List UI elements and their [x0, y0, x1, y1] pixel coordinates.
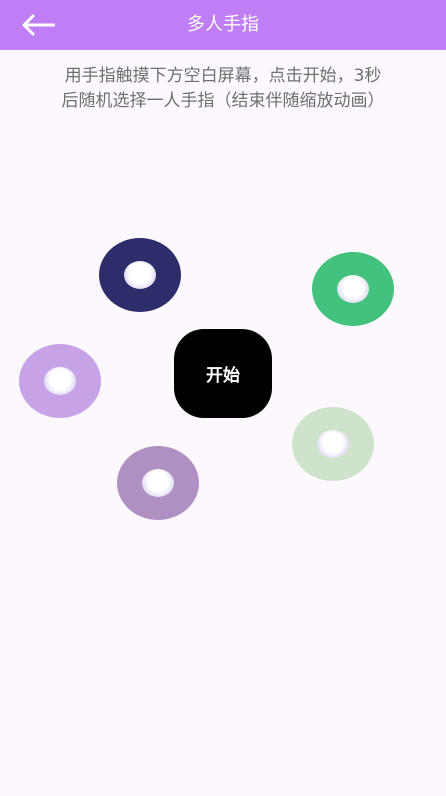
touch-area[interactable] [0, 120, 446, 796]
finger-core [337, 275, 369, 303]
finger-core [124, 261, 156, 289]
instruction-text: 用手指触摸下方空白屏幕，点击开始，3秒 后随机选择一人手指（结束伴随缩放动画） [22, 64, 424, 114]
instruction-line-1: 用手指触摸下方空白屏幕，点击开始，3秒 [64, 66, 382, 86]
finger-core [142, 469, 174, 497]
app-bar: 多人手指 [0, 0, 446, 50]
instruction-line-2: 后随机选择一人手指（结束伴随缩放动画） [61, 91, 385, 111]
finger-marker-pale-green [292, 407, 374, 481]
finger-marker-lavender [19, 344, 101, 418]
finger-marker-navy [99, 238, 181, 312]
finger-core [44, 367, 76, 395]
finger-marker-mauve [117, 446, 199, 520]
finger-marker-green [312, 252, 394, 326]
start-button[interactable]: 开始 [174, 329, 272, 418]
finger-core [317, 430, 349, 458]
page-title: 多人手指 [187, 14, 259, 35]
